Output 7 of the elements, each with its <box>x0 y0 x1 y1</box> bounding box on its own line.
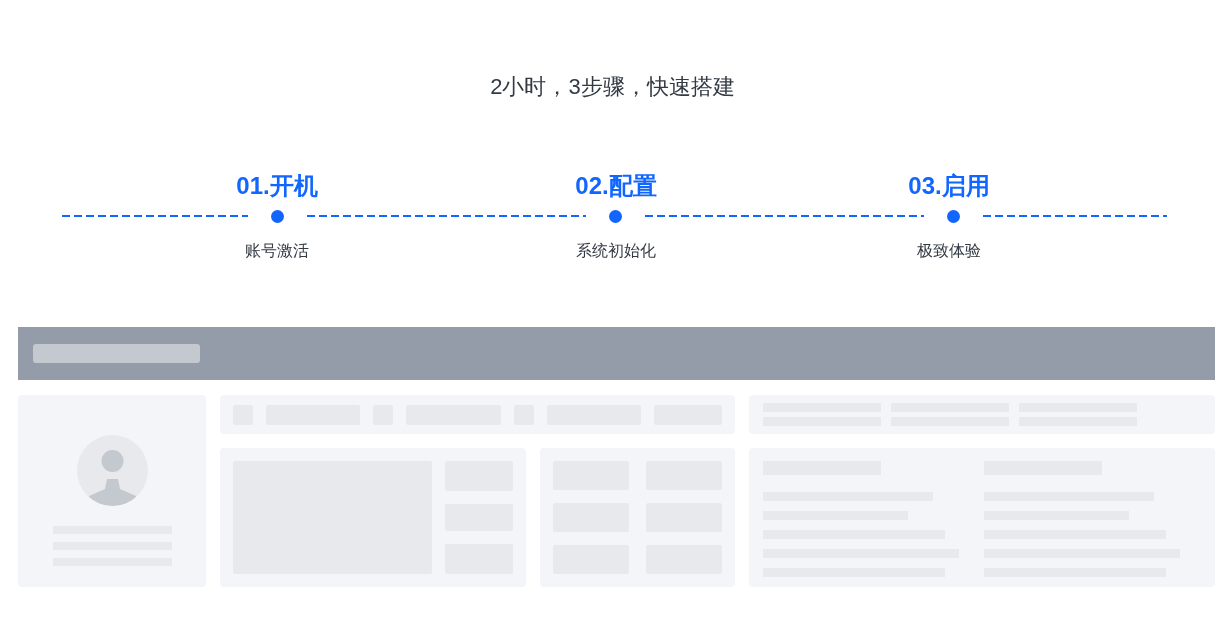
step-title: 02.配置 <box>575 171 657 201</box>
step-title: 03.启用 <box>908 171 990 201</box>
step-description: 系统初始化 <box>576 241 656 261</box>
step-description: 账号激活 <box>245 241 309 261</box>
step-title: 01.开机 <box>236 171 318 201</box>
headline: 2小时，3步骤，快速搭建 <box>490 73 735 101</box>
step-description: 极致体验 <box>917 241 981 261</box>
